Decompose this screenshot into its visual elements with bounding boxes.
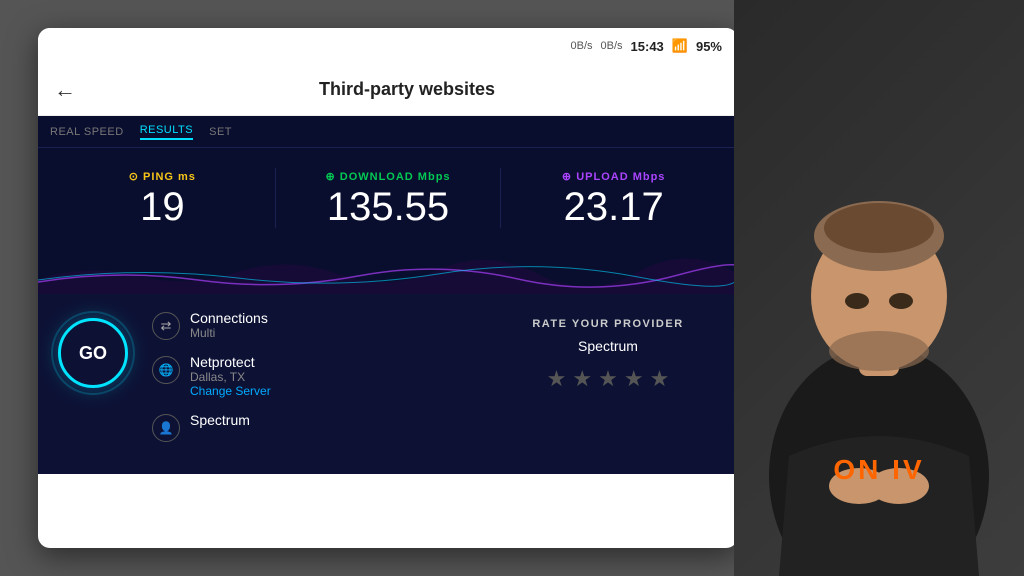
lower-content: GO ⇄ Connections Multi [38, 294, 738, 474]
upload-value: 23.17 [501, 187, 726, 227]
netprotect-location: Dallas, TX [190, 370, 271, 384]
go-button[interactable]: GO [58, 318, 128, 388]
change-server-link[interactable]: Change Server [190, 384, 271, 398]
ping-label: ⊙ PING ms [50, 170, 275, 183]
phone-mockup: 0B/s 0B/s 15:43 📶 95% ← Third-party webs… [38, 28, 738, 548]
scene: 0B/s 0B/s 15:43 📶 95% ← Third-party webs… [0, 0, 1024, 576]
nav-bar: ← Third-party websites [38, 64, 738, 116]
person-figure [749, 56, 1009, 576]
hoodie-brand-text: ON IV [833, 454, 924, 486]
star-2[interactable]: ★ [572, 366, 592, 392]
connections-subtitle: Multi [190, 326, 268, 340]
wave-graph [38, 244, 738, 294]
wifi-icon: 📶 [672, 38, 688, 54]
provider-text: Spectrum [190, 412, 250, 428]
upload-metric: ⊕ UPLOAD Mbps 23.17 [501, 170, 726, 227]
speedtest-body: REAL SPEED RESULTS SET ⊙ PING ms 19 [38, 116, 738, 474]
ping-icon: ⊙ [129, 171, 139, 183]
ping-value: 19 [50, 187, 275, 227]
download-speed: 0B/s [601, 40, 623, 52]
rate-title: RATE YOUR PROVIDER [532, 318, 683, 330]
tab-bar: REAL SPEED RESULTS SET [38, 116, 738, 148]
rated-provider: Spectrum [578, 338, 638, 354]
go-button-container: GO [58, 310, 128, 458]
connections-text: Connections Multi [190, 310, 268, 340]
download-metric: ⊕ DOWNLOAD Mbps 135.55 [276, 170, 501, 227]
tab-set[interactable]: SET [209, 126, 232, 138]
netprotect-item: 🌐 Netprotect Dallas, TX Change Server [152, 354, 271, 398]
person-area: ON IV [734, 0, 1024, 576]
connections-icon: ⇄ [152, 312, 180, 340]
download-label: ⊕ DOWNLOAD Mbps [276, 170, 501, 183]
time-display: 15:43 [631, 39, 664, 54]
tab-results[interactable]: RESULTS [140, 124, 193, 140]
metrics-row: ⊙ PING ms 19 ⊕ DOWNLOAD Mbps 135.55 [38, 148, 738, 244]
provider-icon: 👤 [152, 414, 180, 442]
page-title: Third-party websites [92, 79, 722, 100]
star-1[interactable]: ★ [547, 366, 567, 392]
provider-title: Spectrum [190, 412, 250, 428]
status-bar: 0B/s 0B/s 15:43 📶 95% [38, 28, 738, 64]
provider-item: 👤 Spectrum [152, 412, 271, 442]
info-list: ⇄ Connections Multi 🌐 Netprotect Dal [152, 310, 271, 458]
star-5[interactable]: ★ [650, 366, 670, 392]
download-icon: ⊕ [325, 171, 335, 183]
ping-metric: ⊙ PING ms 19 [50, 170, 275, 227]
left-panel: GO ⇄ Connections Multi [58, 310, 478, 458]
tab-real-speed[interactable]: REAL SPEED [50, 126, 124, 138]
upload-icon: ⊕ [562, 171, 572, 183]
connections-item: ⇄ Connections Multi [152, 310, 271, 340]
star-4[interactable]: ★ [624, 366, 644, 392]
back-button[interactable]: ← [54, 77, 76, 103]
download-value: 135.55 [276, 187, 501, 227]
upload-label: ⊕ UPLOAD Mbps [501, 170, 726, 183]
stars-container[interactable]: ★ ★ ★ ★ ★ [547, 366, 670, 392]
netprotect-text: Netprotect Dallas, TX Change Server [190, 354, 271, 398]
netprotect-title: Netprotect [190, 354, 271, 370]
connections-title: Connections [190, 310, 268, 326]
netprotect-icon: 🌐 [152, 356, 180, 384]
star-3[interactable]: ★ [598, 366, 618, 392]
rating-panel: RATE YOUR PROVIDER Spectrum ★ ★ ★ ★ ★ [498, 310, 718, 458]
battery-display: 95% [696, 39, 722, 54]
upload-speed: 0B/s [571, 40, 593, 52]
